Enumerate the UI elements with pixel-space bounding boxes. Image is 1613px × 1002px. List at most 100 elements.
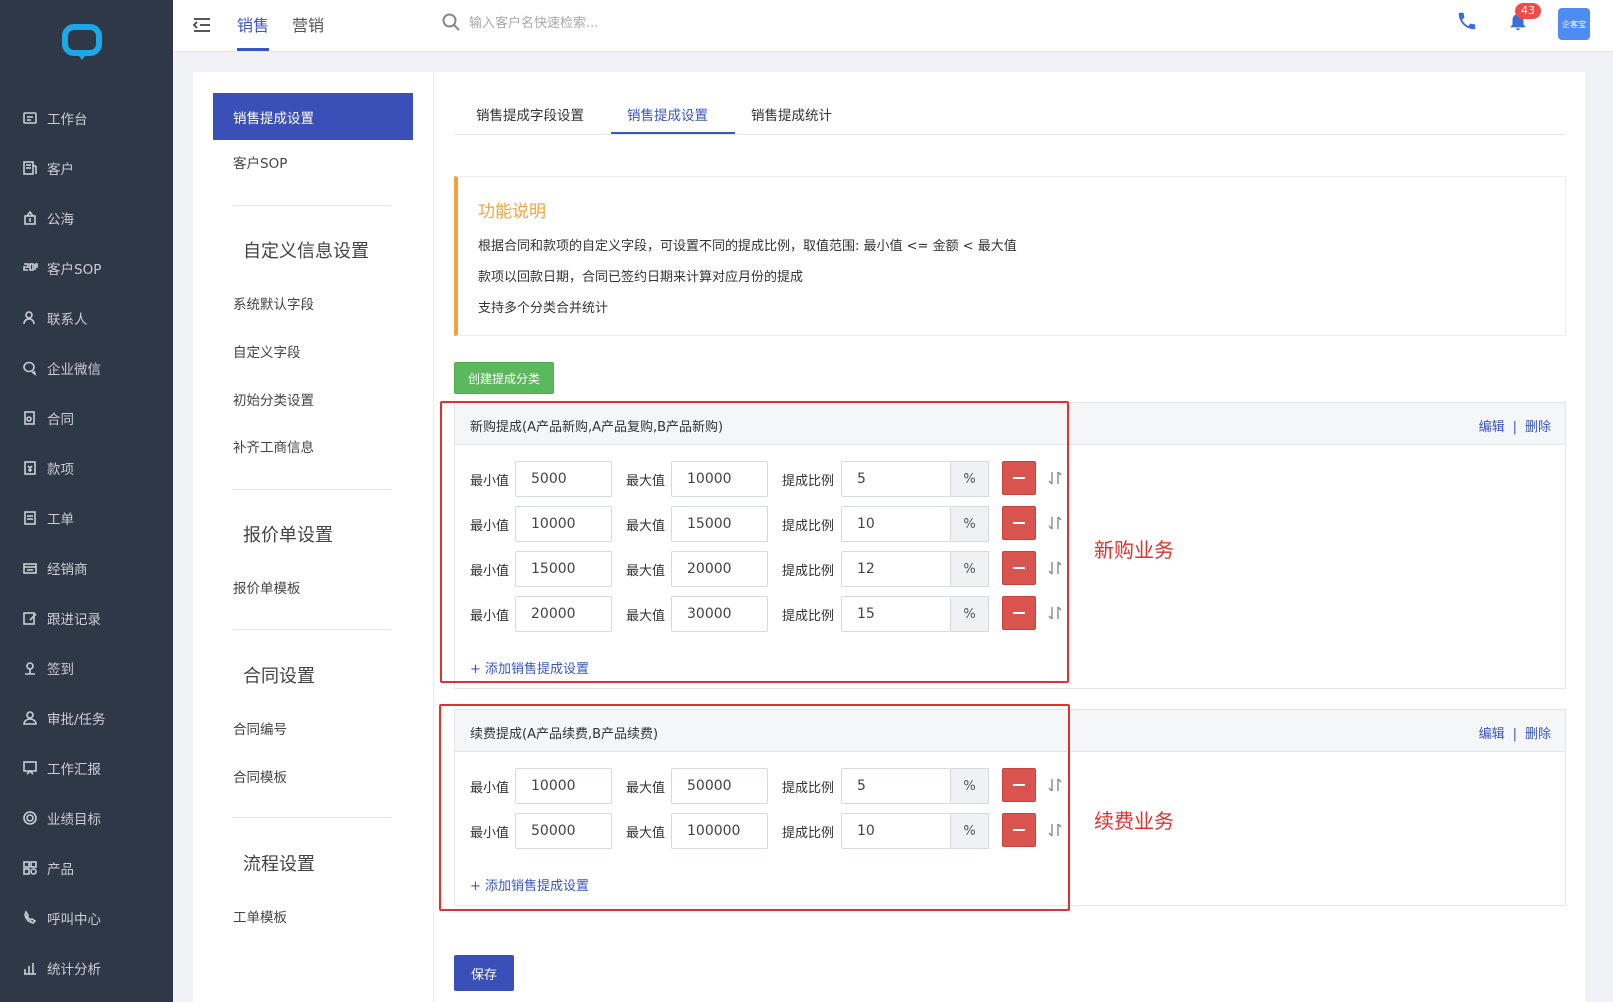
user-avatar[interactable]: 企客宝	[1558, 8, 1590, 40]
wechat-icon	[21, 359, 39, 377]
sidebar-item[interactable]: 公海	[0, 203, 173, 233]
active-tab-indicator	[237, 48, 269, 51]
sidebar-item[interactable]: 款项	[0, 453, 173, 483]
customer-search-input[interactable]	[469, 10, 769, 36]
subnav-divider	[233, 817, 391, 818]
tab-commission-settings[interactable]: 销售提成设置	[627, 104, 708, 124]
sidebar-item[interactable]: 工作汇报	[0, 753, 173, 783]
subnav-item-customer-sop[interactable]: 客户SOP	[233, 152, 287, 172]
approval-icon	[21, 709, 39, 727]
sidebar-item-label: 审批/任务	[47, 712, 106, 728]
sidebar-item[interactable]: 呼叫中心	[0, 903, 173, 933]
sidebar-item[interactable]: 统计分析	[0, 953, 173, 983]
subnav-item-commission-settings[interactable]: 销售提成设置	[213, 93, 413, 140]
subnav-item[interactable]: 报价单模板	[233, 577, 301, 597]
sidebar-item-label: 联系人	[47, 312, 88, 328]
tab-sales[interactable]: 销售	[237, 12, 269, 36]
sidebar-item[interactable]: 签到	[0, 653, 173, 683]
settings-subnav: 销售提成设置 客户SOP 自定义信息设置系统默认字段 自定义字段初始分类设置 补齐工…	[193, 72, 433, 1002]
sidebar-item[interactable]: 合同	[0, 403, 173, 433]
edit-link[interactable]: 编辑	[1479, 420, 1505, 435]
subnav-item[interactable]: 系统默认字段	[233, 293, 314, 313]
subnav-group-title: 自定义信息设置	[243, 241, 369, 262]
info-title: 功能说明	[478, 202, 546, 222]
sidebar-item[interactable]: 产品	[0, 853, 173, 883]
contact-icon	[21, 309, 39, 327]
public-pool-icon	[21, 209, 39, 227]
app-logo[interactable]	[60, 22, 104, 62]
subnav-group-title: 合同设置	[243, 666, 315, 687]
sidebar-item-label: 工单	[47, 512, 74, 528]
callcenter-icon	[21, 909, 39, 927]
sidebar-item[interactable]: 联系人	[0, 303, 173, 333]
annotation-label: 新购业务	[1094, 538, 1174, 562]
sidebar-item-label: 工作台	[47, 112, 88, 128]
sidebar-item-label: 签到	[47, 662, 74, 678]
sop-icon	[21, 259, 39, 277]
subnav-divider	[233, 489, 391, 490]
sidebar-item-label: 公海	[47, 212, 74, 228]
sidebar-item[interactable]: 企业微信	[0, 353, 173, 383]
subnav-divider	[233, 629, 391, 630]
sidebar-item-label: 经销商	[47, 562, 88, 578]
info-line: 根据合同和款项的自定义字段，可设置不同的提成比例，取值范围: 最小值 <= 金额…	[478, 239, 1017, 254]
target-icon	[21, 809, 39, 827]
sidebar-item-label: 客户	[47, 162, 74, 178]
tab-commission-field-settings[interactable]: 销售提成字段设置	[476, 104, 584, 124]
sidebar-item-label: 款项	[47, 462, 74, 478]
sidebar-item[interactable]: 工单	[0, 503, 173, 533]
statistics-icon	[21, 959, 39, 977]
main-content: 销售提成字段设置 销售提成设置 销售提成统计 功能说明 根据合同和款项的自定义字…	[433, 72, 1585, 1002]
search-icon	[441, 12, 461, 32]
sidebar-item[interactable]: 跟进记录	[0, 603, 173, 633]
annotation-highlight-box	[440, 401, 1069, 683]
customer-icon	[21, 159, 39, 177]
tab-marketing[interactable]: 营销	[292, 12, 324, 36]
contract-icon	[21, 409, 39, 427]
subnav-item[interactable]: 初始分类设置	[233, 389, 314, 409]
sidebar-item[interactable]: 客户	[0, 153, 173, 183]
sidebar-item[interactable]: 工作台	[0, 103, 173, 133]
subnav-group-title: 流程设置	[243, 854, 315, 875]
save-button[interactable]: 保存	[454, 955, 514, 991]
info-line: 款项以回款日期，合同已签约日期来计算对应月份的提成	[478, 270, 804, 285]
sidebar-item-label: 统计分析	[47, 962, 101, 978]
card-actions: 编辑 | 删除	[1479, 723, 1551, 742]
product-icon	[21, 859, 39, 877]
report-icon	[21, 759, 39, 777]
sidebar-item-label: 合同	[47, 412, 74, 428]
subnav-item[interactable]: 补齐工商信息	[233, 436, 314, 456]
workbench-icon	[21, 109, 39, 127]
sidebar-item[interactable]: 客户SOP	[0, 253, 173, 283]
subnav-item[interactable]: 工单模板	[233, 906, 287, 926]
menu-collapse-icon[interactable]	[191, 14, 213, 36]
followup-icon	[21, 609, 39, 627]
sidebar-item-label: 跟进记录	[47, 612, 101, 628]
tab-commission-statistics[interactable]: 销售提成统计	[751, 104, 832, 124]
delete-link[interactable]: 删除	[1525, 727, 1551, 742]
info-line: 支持多个分类合并统计	[478, 301, 609, 316]
sidebar-item-label: 工作汇报	[47, 762, 101, 778]
create-category-button[interactable]: 创建提成分类	[454, 362, 554, 394]
subnav-divider	[233, 205, 391, 206]
sidebar-item[interactable]: 业绩目标	[0, 803, 173, 833]
subnav-item[interactable]: 合同模板	[233, 766, 287, 786]
sidebar-item[interactable]: 审批/任务	[0, 703, 173, 733]
sidebar: 工作台客户公海客户SOP 联系人企业微信合同款项工单经销商跟进记录签到审批/任务工…	[0, 0, 173, 1002]
phone-icon[interactable]	[1456, 10, 1480, 34]
ticket-icon	[21, 509, 39, 527]
subnav-group-title: 报价单设置	[243, 525, 333, 546]
checkin-icon	[21, 659, 39, 677]
delete-link[interactable]: 删除	[1525, 420, 1551, 435]
edit-link[interactable]: 编辑	[1479, 727, 1505, 742]
subnav-item[interactable]: 合同编号	[233, 718, 287, 738]
action-separator: |	[1512, 727, 1517, 742]
notification-badge: 43	[1515, 3, 1541, 19]
sidebar-item-label: 呼叫中心	[47, 912, 101, 928]
subnav-item[interactable]: 自定义字段	[233, 341, 301, 361]
sidebar-item[interactable]: 经销商	[0, 553, 173, 583]
tabs-divider	[454, 134, 1566, 135]
sidebar-item-label: 企业微信	[47, 362, 101, 378]
sidebar-item-label: 客户SOP	[47, 262, 102, 278]
sidebar-item-label: 产品	[47, 862, 74, 878]
